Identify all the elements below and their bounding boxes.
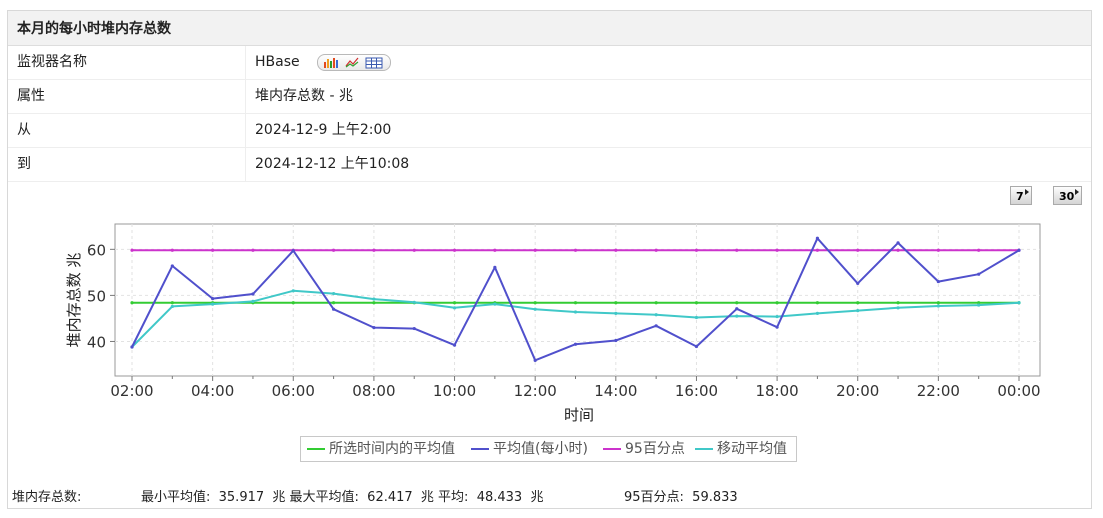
column-divider bbox=[245, 148, 246, 181]
play-arrow-icon bbox=[1075, 189, 1080, 195]
detail-row-to: 到 2024-12-12 上午10:08 bbox=[8, 148, 1091, 182]
last-7-days-button[interactable]: 7 bbox=[1010, 186, 1032, 205]
to-value: 2024-12-12 上午10:08 bbox=[255, 156, 410, 172]
legend-swatch-selected-avg bbox=[307, 448, 325, 450]
monitor-name-value: HBase bbox=[255, 54, 300, 70]
panel-title: 本月的每小时堆内存总数 bbox=[8, 11, 1091, 46]
column-divider bbox=[245, 46, 246, 79]
heap-memory-panel: 本月的每小时堆内存总数 监视器名称 HBase 属性 堆内存总数 - 兆 从 2… bbox=[7, 10, 1092, 509]
chart-type-icons bbox=[324, 57, 383, 69]
footer-stats: 最小平均值: 35.917 兆 最大平均值: 62.417 兆 平均: 48.4… bbox=[141, 490, 544, 505]
bar-chart-icon[interactable] bbox=[324, 58, 338, 68]
last-30-days-button[interactable]: 30 bbox=[1053, 186, 1083, 205]
last-30-days-label: 30 bbox=[1059, 190, 1075, 203]
column-divider bbox=[245, 114, 246, 147]
attribute-value: 堆内存总数 - 兆 bbox=[255, 88, 353, 104]
legend-label-selected-avg: 所选时间内的平均值 bbox=[329, 441, 455, 457]
legend-swatch-p95 bbox=[603, 448, 621, 450]
legend-label-moving-avg: 移动平均值 bbox=[717, 441, 787, 457]
detail-row-attribute: 属性 堆内存总数 - 兆 bbox=[8, 80, 1091, 114]
footer-p95: 95百分点: 59.833 bbox=[624, 490, 738, 505]
legend-label-hourly-avg: 平均值(每小时) bbox=[493, 441, 588, 457]
chart-legend: 所选时间内的平均值 平均值(每小时) 95百分点 移动平均值 bbox=[300, 436, 797, 462]
detail-key: 到 bbox=[17, 156, 31, 172]
detail-key: 属性 bbox=[17, 88, 45, 104]
footer-label: 堆内存总数: bbox=[12, 490, 82, 505]
table-icon[interactable] bbox=[365, 57, 383, 69]
legend-swatch-hourly-avg bbox=[471, 448, 489, 450]
from-value: 2024-12-9 上午2:00 bbox=[255, 122, 392, 138]
legend-swatch-moving-avg bbox=[695, 448, 713, 450]
play-arrow-icon bbox=[1024, 189, 1029, 195]
last-7-days-label: 7 bbox=[1016, 190, 1024, 203]
chart-type-switcher bbox=[317, 54, 391, 71]
line-chart-icon[interactable] bbox=[345, 57, 359, 68]
detail-key: 监视器名称 bbox=[17, 54, 87, 70]
detail-row-monitor: 监视器名称 HBase bbox=[8, 46, 1091, 80]
legend-label-p95: 95百分点 bbox=[625, 441, 685, 457]
detail-row-from: 从 2024-12-9 上午2:00 bbox=[8, 114, 1091, 148]
column-divider bbox=[245, 80, 246, 113]
detail-key: 从 bbox=[17, 122, 31, 138]
